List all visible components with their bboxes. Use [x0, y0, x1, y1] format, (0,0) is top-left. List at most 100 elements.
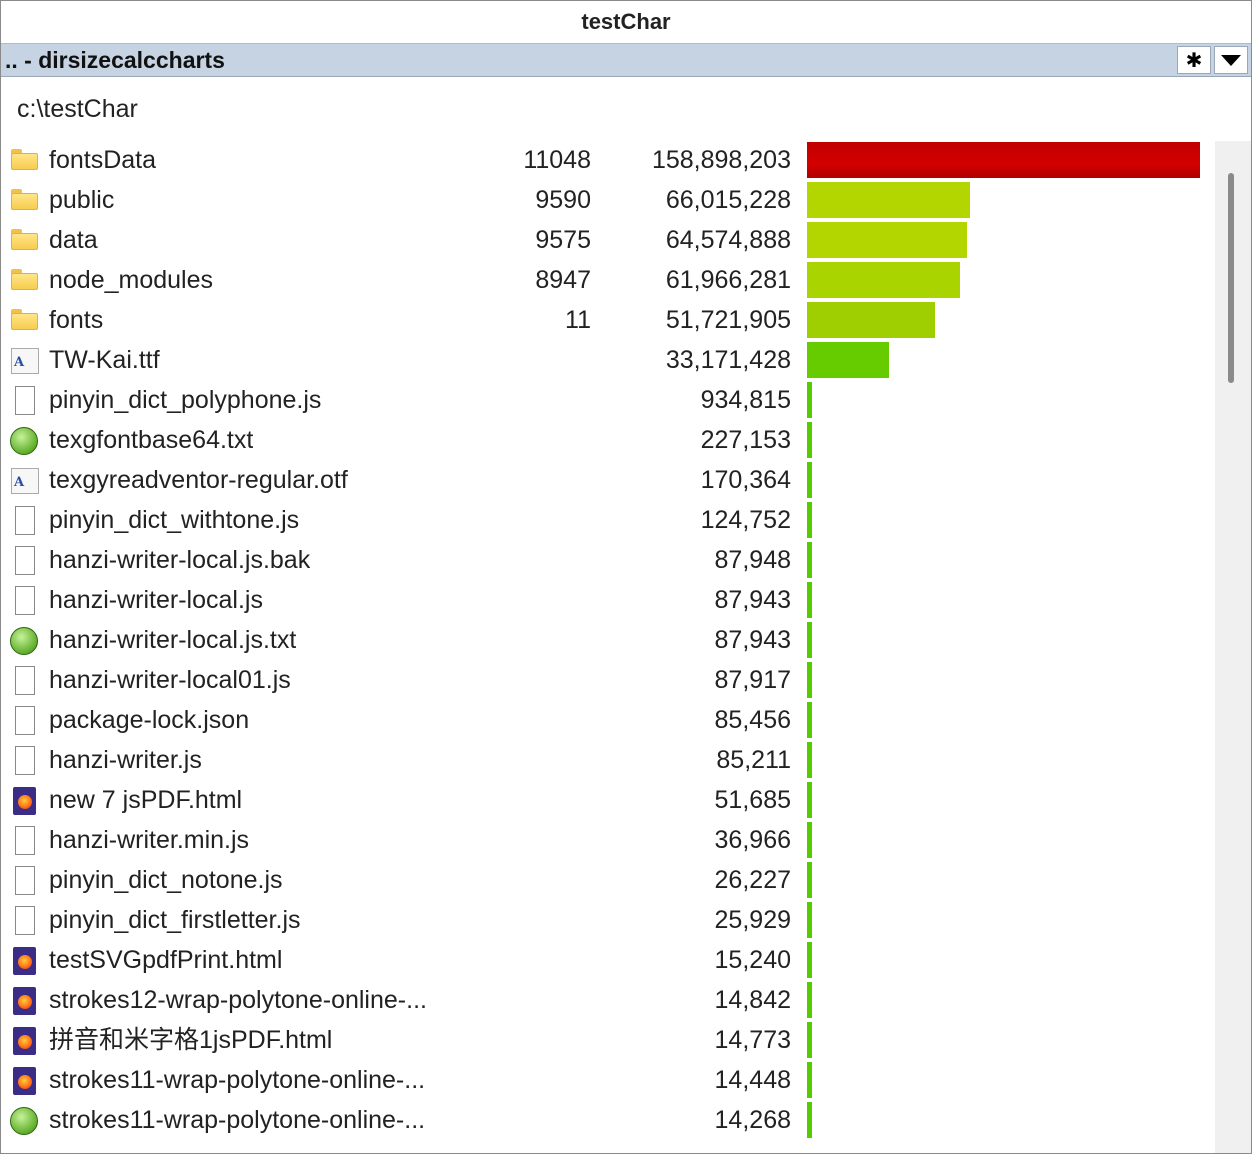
html-file-icon	[10, 946, 40, 976]
size-bar	[807, 662, 812, 698]
item-file-count: 9575	[535, 226, 591, 254]
text-file-icon	[10, 626, 40, 656]
size-bar	[807, 1022, 812, 1058]
file-list: fontsData 11048 158,898,203 public 9590 66,01…	[1, 141, 1213, 1153]
list-item[interactable]: public 9590 66,015,228	[1, 181, 1213, 221]
item-name: hanzi-writer-local.js.bak	[49, 546, 311, 574]
list-item[interactable]: data 9575 64,574,888	[1, 221, 1213, 261]
file-icon	[10, 666, 40, 696]
size-bar	[807, 982, 812, 1018]
window-title: testChar	[1, 1, 1251, 43]
asterisk-icon: ✱	[1185, 49, 1203, 72]
list-item[interactable]: pinyin_dict_polyphone.js 934,815	[1, 381, 1213, 421]
text-file-icon	[10, 426, 40, 456]
list-item[interactable]: testSVGpdfPrint.html 15,240	[1, 941, 1213, 981]
item-size: 87,917	[714, 666, 791, 694]
list-item[interactable]: strokes11-wrap-polytone-online-... 14,448	[1, 1061, 1213, 1101]
item-size: 15,240	[714, 946, 791, 974]
scrollbar[interactable]	[1215, 141, 1251, 1153]
size-bar	[807, 182, 970, 218]
item-size: 14,773	[714, 1026, 791, 1054]
item-name: hanzi-writer-local.js.txt	[49, 626, 297, 654]
text-file-icon	[10, 1106, 40, 1136]
html-file-icon	[10, 1026, 40, 1056]
list-item[interactable]: texgfontbase64.txt 227,153	[1, 421, 1213, 461]
folder-icon	[10, 186, 40, 216]
item-name: new 7 jsPDF.html	[49, 786, 243, 814]
item-size: 61,966,281	[665, 266, 791, 294]
size-bar	[807, 422, 812, 458]
item-size: 934,815	[700, 386, 791, 414]
item-size: 33,171,428	[665, 346, 791, 374]
options-button[interactable]: ✱	[1177, 46, 1211, 74]
html-file-icon	[10, 786, 40, 816]
file-icon	[10, 746, 40, 776]
list-item[interactable]: fontsData 11048 158,898,203	[1, 141, 1213, 181]
item-size: 51,685	[714, 786, 791, 814]
size-bar	[807, 262, 960, 298]
size-bar	[807, 742, 812, 778]
list-item[interactable]: strokes12-wrap-polytone-online-... 14,842	[1, 981, 1213, 1021]
list-item[interactable]: A TW-Kai.ttf 33,171,428	[1, 341, 1213, 381]
size-bar	[807, 382, 812, 418]
item-name: pinyin_dict_firstletter.js	[49, 906, 301, 934]
list-item[interactable]: hanzi-writer-local.js 87,943	[1, 581, 1213, 621]
list-item[interactable]: pinyin_dict_notone.js 26,227	[1, 861, 1213, 901]
item-name: public	[49, 186, 115, 214]
list-item[interactable]: pinyin_dict_withtone.js 124,752	[1, 501, 1213, 541]
item-size: 51,721,905	[665, 306, 791, 334]
item-size: 64,574,888	[665, 226, 791, 254]
item-name: node_modules	[49, 266, 214, 294]
item-name: pinyin_dict_withtone.js	[49, 506, 300, 534]
breadcrumb[interactable]: .. - dirsizecalccharts	[1, 47, 1174, 74]
item-size: 14,448	[714, 1066, 791, 1094]
list-item[interactable]: strokes11-wrap-polytone-online-... 14,268	[1, 1101, 1213, 1141]
file-icon	[10, 586, 40, 616]
chevron-down-icon	[1221, 54, 1241, 66]
item-size: 14,268	[714, 1106, 791, 1134]
item-name: data	[49, 226, 98, 254]
list-item[interactable]: hanzi-writer-local.js.txt 87,943	[1, 621, 1213, 661]
folder-icon	[10, 306, 40, 336]
item-name: hanzi-writer.min.js	[49, 826, 250, 854]
item-file-count: 11	[565, 306, 591, 334]
list-item[interactable]: hanzi-writer-local01.js 87,917	[1, 661, 1213, 701]
item-name: 拼音和米字格1jsPDF.html	[49, 1026, 333, 1054]
item-name: strokes12-wrap-polytone-online-...	[49, 986, 427, 1014]
size-bar	[807, 502, 812, 538]
item-size: 124,752	[700, 506, 791, 534]
folder-icon	[10, 266, 40, 296]
size-bar	[807, 822, 812, 858]
size-bar	[807, 622, 812, 658]
file-icon	[10, 546, 40, 576]
item-name: strokes11-wrap-polytone-online-...	[49, 1066, 426, 1094]
item-name: hanzi-writer.js	[49, 746, 202, 774]
item-name: hanzi-writer-local01.js	[49, 666, 291, 694]
size-bar	[807, 862, 812, 898]
file-icon	[10, 826, 40, 856]
item-name: testSVGpdfPrint.html	[49, 946, 283, 974]
item-name: fonts	[49, 306, 104, 334]
list-item[interactable]: hanzi-writer-local.js.bak 87,948	[1, 541, 1213, 581]
file-icon	[10, 866, 40, 896]
item-file-count: 8947	[535, 266, 591, 294]
scrollbar-thumb[interactable]	[1228, 173, 1234, 383]
list-item[interactable]: Atexgyreadventor-regular.otf 170,364	[1, 461, 1213, 501]
item-file-count: 11048	[523, 146, 591, 174]
list-item[interactable]: new 7 jsPDF.html 51,685	[1, 781, 1213, 821]
list-item[interactable]: node_modules 8947 61,966,281	[1, 261, 1213, 301]
folder-icon	[10, 146, 40, 176]
list-item[interactable]: pinyin_dict_firstletter.js 25,929	[1, 901, 1213, 941]
list-item[interactable]: fonts 11 51,721,905	[1, 301, 1213, 341]
list-item[interactable]: package-lock.json 85,456	[1, 701, 1213, 741]
item-name: hanzi-writer-local.js	[49, 586, 263, 614]
item-size: 87,943	[714, 586, 791, 614]
list-item[interactable]: hanzi-writer.min.js 36,966	[1, 821, 1213, 861]
item-size: 66,015,228	[665, 186, 791, 214]
size-bar	[807, 1102, 812, 1138]
list-item[interactable]: hanzi-writer.js 85,211	[1, 741, 1213, 781]
item-size: 227,153	[700, 426, 791, 454]
size-bar	[807, 902, 812, 938]
dropdown-button[interactable]	[1214, 46, 1248, 74]
list-item[interactable]: 拼音和米字格1jsPDF.html 14,773	[1, 1021, 1213, 1061]
